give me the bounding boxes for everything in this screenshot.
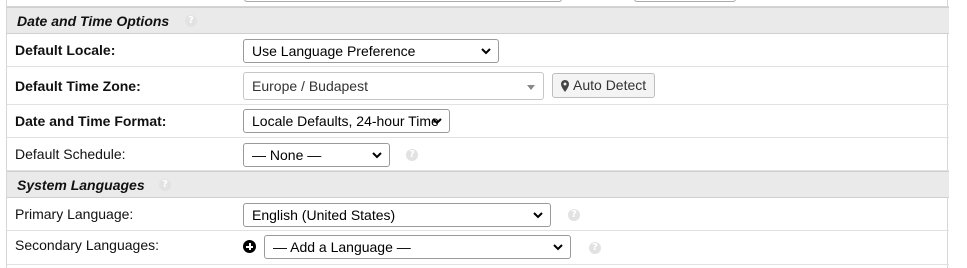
row-default-schedule: Default Schedule: — None — ? — [7, 138, 949, 171]
section-header-system-languages: System Languages ? — [7, 171, 949, 198]
row-date-time-format: Date and Time Format: Locale Defaults, 2… — [7, 105, 949, 138]
plus-circle-icon[interactable] — [243, 240, 256, 253]
caret-down-icon — [527, 85, 535, 90]
default-time-zone-label: Default Time Zone: — [15, 78, 141, 94]
chevron-down-icon — [372, 152, 382, 159]
chevron-down-icon — [481, 48, 491, 55]
auto-detect-label: Auto Detect — [573, 77, 647, 93]
section-title: System Languages — [17, 177, 145, 193]
row-default-time-zone: Default Time Zone: Europe / Budapest Aut… — [7, 67, 949, 105]
default-schedule-select[interactable]: — None — — [243, 143, 390, 167]
add-language-value: — Add a Language — — [273, 239, 411, 255]
settings-panel: Date and Time Options ? Default Locale: … — [6, 0, 949, 268]
help-icon[interactable]: ? — [406, 149, 418, 161]
default-locale-select[interactable]: Use Language Preference — [243, 39, 499, 63]
help-icon[interactable]: ? — [185, 15, 197, 27]
help-icon[interactable]: ? — [159, 179, 171, 191]
default-locale-value: Use Language Preference — [252, 43, 416, 59]
time-zone-select[interactable]: Europe / Budapest — [243, 72, 544, 100]
map-marker-icon — [561, 80, 569, 92]
default-schedule-value: — None — — [252, 147, 322, 163]
chevron-down-icon — [553, 244, 563, 251]
default-schedule-label: Default Schedule: — [15, 146, 126, 162]
date-time-format-label: Date and Time Format: — [15, 113, 167, 129]
section-header-date-time: Date and Time Options ? — [7, 7, 949, 34]
add-language-select[interactable]: — Add a Language — — [264, 235, 571, 259]
previous-select-fragment[interactable] — [244, 0, 562, 2]
section-title: Date and Time Options — [17, 13, 170, 29]
primary-language-select[interactable]: English (United States) — [243, 203, 551, 227]
row-secondary-languages: Secondary Languages: — Add a Language — … — [7, 231, 949, 265]
row-primary-language: Primary Language: English (United States… — [7, 198, 949, 231]
primary-language-value: English (United States) — [252, 207, 396, 223]
time-zone-value: Europe / Budapest — [252, 78, 368, 94]
chevron-down-icon — [432, 118, 442, 125]
date-time-format-select[interactable]: Locale Defaults, 24-hour Time — [243, 109, 450, 133]
auto-detect-button[interactable]: Auto Detect — [552, 73, 656, 98]
chevron-down-icon — [533, 212, 543, 219]
scrollbar[interactable] — [957, 0, 967, 268]
help-icon[interactable]: ? — [568, 209, 580, 221]
previous-row-fragment — [7, 0, 949, 7]
date-time-format-value: Locale Defaults, 24-hour Time — [252, 113, 439, 129]
help-icon[interactable]: ? — [589, 242, 601, 254]
default-locale-label: Default Locale: — [15, 42, 116, 58]
primary-language-label: Primary Language: — [15, 206, 134, 222]
secondary-languages-label: Secondary Languages: — [15, 237, 159, 253]
previous-button-fragment[interactable] — [634, 0, 736, 2]
row-default-locale: Default Locale: Use Language Preference — [7, 34, 949, 67]
